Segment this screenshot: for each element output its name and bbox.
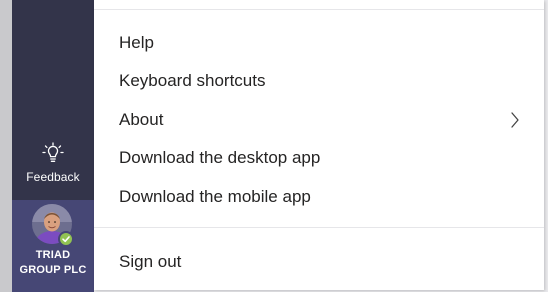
menu-item-about[interactable]: About bbox=[94, 101, 544, 139]
menu-item-label: About bbox=[119, 110, 164, 129]
menu-item-label: Keyboard shortcuts bbox=[119, 71, 266, 90]
lightbulb-icon bbox=[42, 142, 64, 162]
menu-item-help[interactable]: Help bbox=[94, 24, 544, 62]
sign-out-button[interactable]: Sign out bbox=[94, 243, 544, 281]
menu-item-label: Help bbox=[119, 33, 154, 52]
app-rail: Feedback TRIAD GROUP PLC bbox=[12, 0, 94, 292]
left-gutter bbox=[0, 0, 12, 292]
profile-menu: Help Keyboard shortcuts About Download t… bbox=[94, 0, 544, 290]
organization-name-line2: GROUP PLC bbox=[19, 264, 87, 276]
organization-name-line1: TRIAD bbox=[35, 249, 71, 261]
menu-divider-top bbox=[94, 9, 544, 10]
menu-item-download-mobile-app[interactable]: Download the mobile app bbox=[94, 178, 544, 216]
menu-divider bbox=[94, 227, 544, 228]
organization-name: TRIAD GROUP PLC bbox=[12, 248, 94, 278]
menu-item-keyboard-shortcuts[interactable]: Keyboard shortcuts bbox=[94, 62, 544, 100]
menu-item-label: Download the mobile app bbox=[119, 187, 311, 206]
menu-item-label: Download the desktop app bbox=[119, 148, 321, 167]
sign-out-label: Sign out bbox=[119, 252, 182, 271]
account-button[interactable]: TRIAD GROUP PLC bbox=[12, 200, 94, 292]
presence-available-icon bbox=[58, 231, 74, 247]
chevron-right-icon bbox=[511, 112, 519, 128]
feedback-button[interactable]: Feedback bbox=[12, 140, 94, 196]
feedback-label: Feedback bbox=[26, 170, 80, 184]
menu-item-download-desktop-app[interactable]: Download the desktop app bbox=[94, 139, 544, 177]
